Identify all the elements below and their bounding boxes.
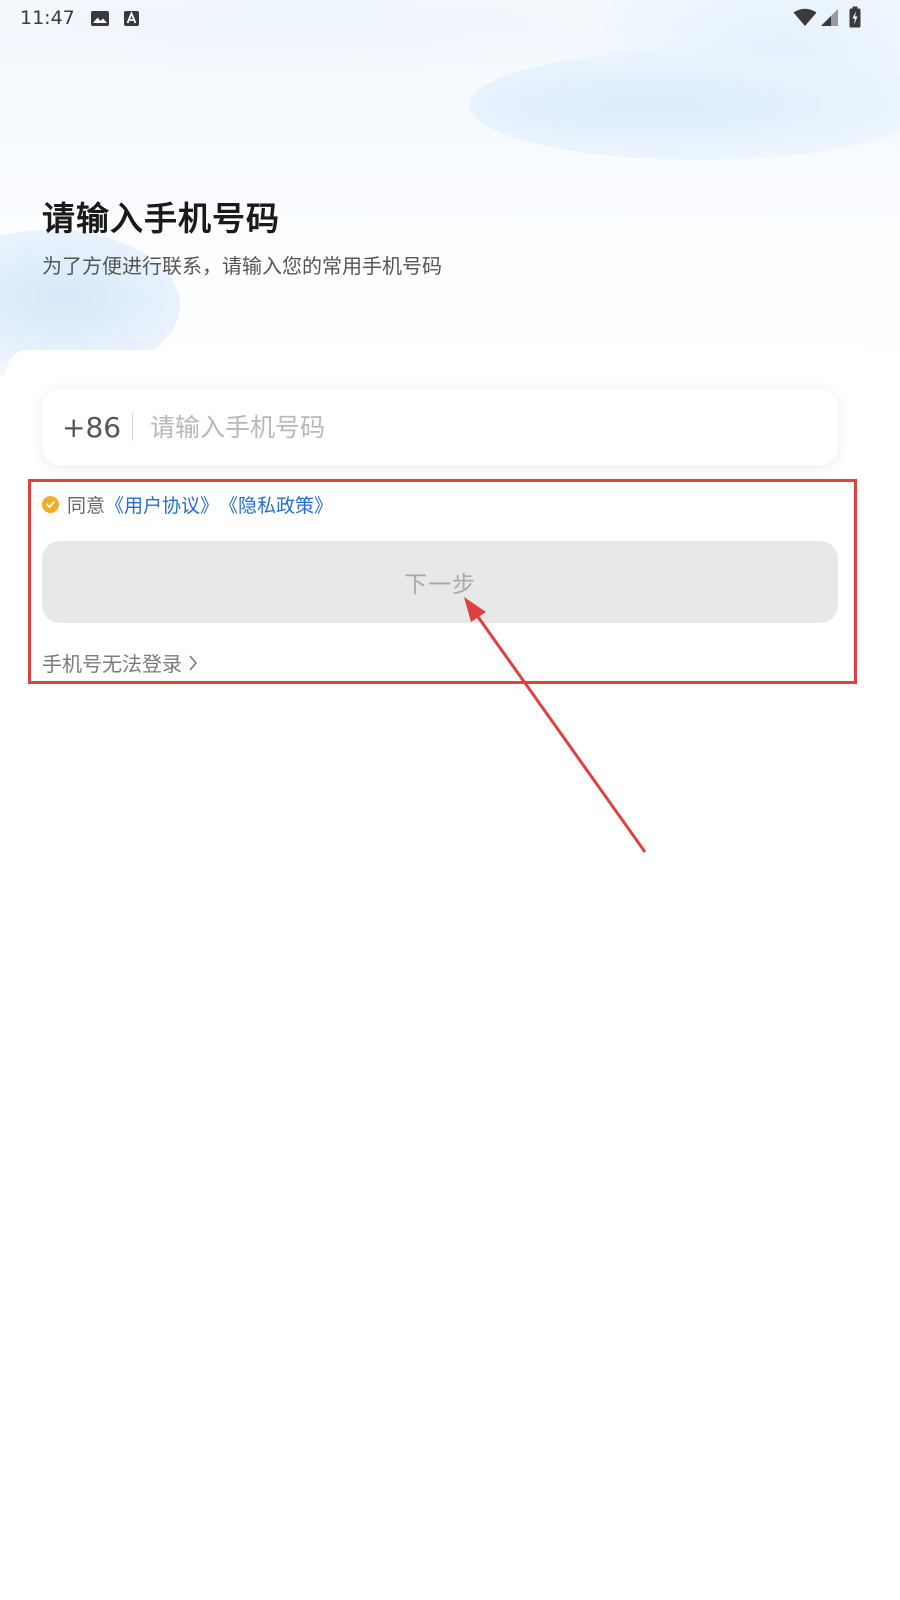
login-page: 11:47 请输入手机号码 为了方便进行联系，请输入您的常用手机号码 +86 请… [0,0,900,1600]
annotation-arrow [464,597,647,853]
